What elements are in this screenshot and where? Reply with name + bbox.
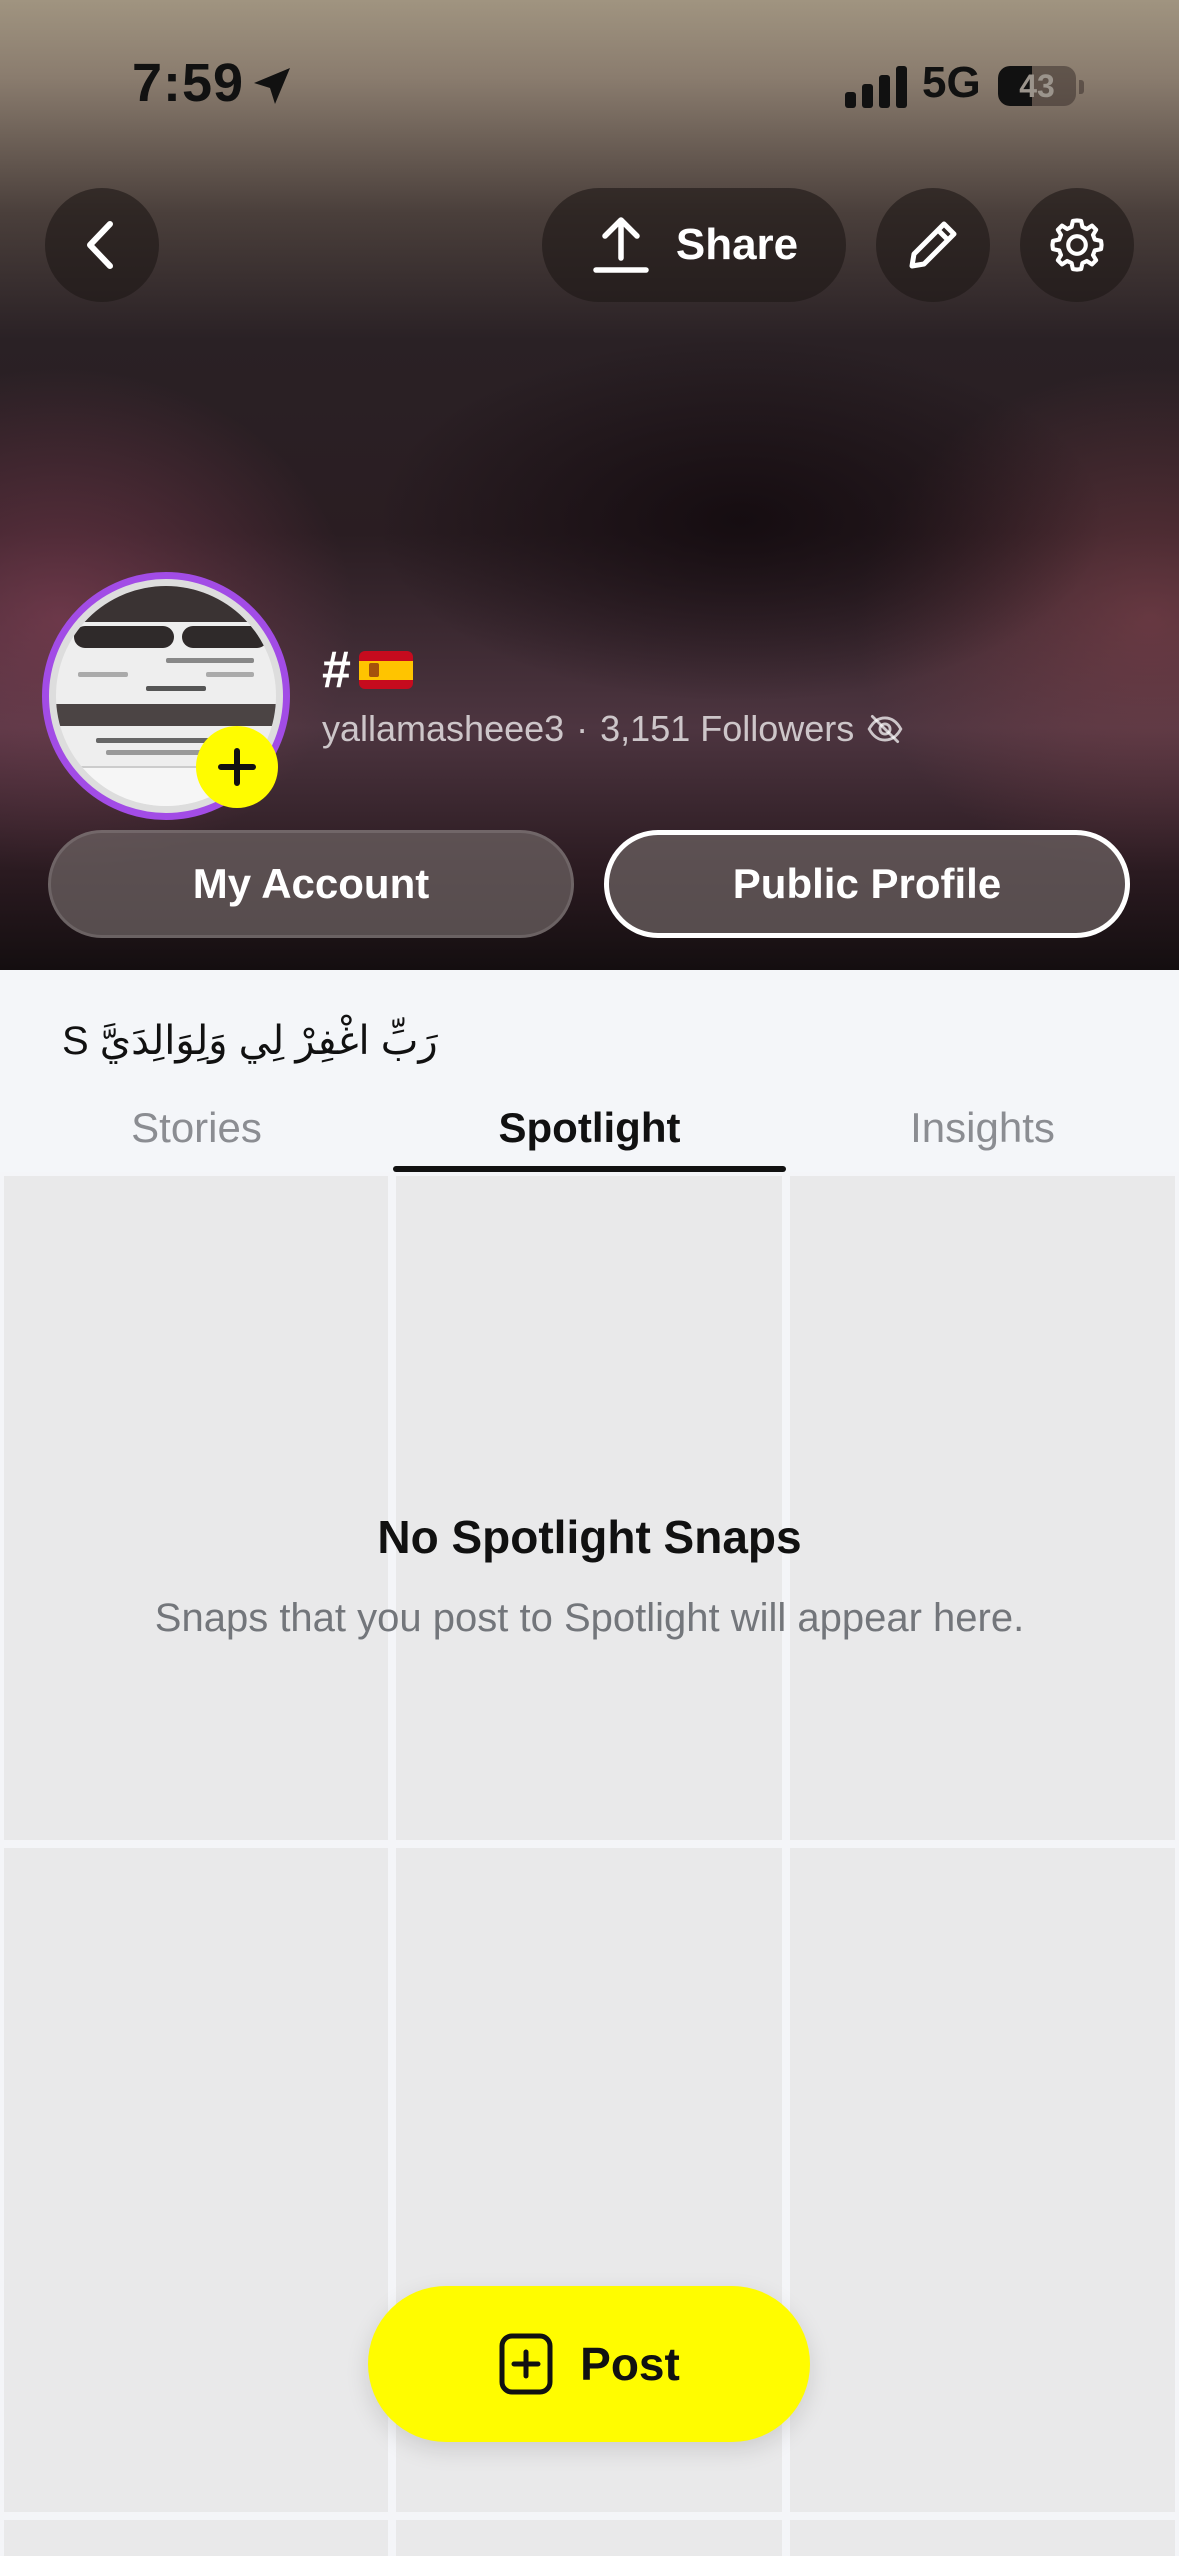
grid-cell bbox=[790, 2520, 1175, 2556]
status-time: 7:59 bbox=[132, 53, 245, 113]
post-label: Post bbox=[580, 2338, 680, 2390]
bio-text: S رَبِّ اغْفِرْ لِي وَلِوَالِدَيَّ bbox=[62, 1019, 438, 1063]
tab-spotlight[interactable]: Spotlight bbox=[393, 1104, 786, 1172]
profile-header: 7:59 5G 43 Share # yallamasheee3 · 3,151… bbox=[0, 0, 1179, 970]
display-name: # bbox=[322, 640, 413, 700]
display-name-text: # bbox=[322, 641, 351, 699]
gear-icon bbox=[1050, 218, 1104, 272]
empty-state-title: No Spotlight Snaps bbox=[377, 1511, 802, 1563]
grid-cell bbox=[396, 2520, 782, 2556]
grid-cell bbox=[4, 1848, 388, 2512]
network-type: 5G bbox=[922, 58, 981, 107]
username: yallamasheee3 bbox=[322, 708, 565, 749]
tab-insights[interactable]: Insights bbox=[786, 1104, 1179, 1172]
followers-count[interactable]: 3,151 Followers bbox=[600, 708, 854, 750]
battery-icon: 43 bbox=[998, 66, 1076, 106]
share-button[interactable]: Share bbox=[542, 188, 846, 302]
meta-separator: · bbox=[576, 708, 589, 749]
plus-icon bbox=[218, 748, 256, 786]
empty-state-description: Snaps that you post to Spotlight will ap… bbox=[154, 1596, 1025, 1640]
chevron-left-icon bbox=[87, 221, 113, 269]
public-profile-button[interactable]: Public Profile bbox=[604, 830, 1130, 938]
settings-button[interactable] bbox=[1020, 188, 1134, 302]
grid-cell bbox=[4, 1176, 388, 1840]
grid-cell bbox=[790, 1176, 1175, 1840]
grid-cell bbox=[396, 1176, 782, 1840]
spain-flag-icon bbox=[358, 651, 413, 689]
tab-stories[interactable]: Stories bbox=[0, 1104, 393, 1172]
share-label: Share bbox=[675, 220, 799, 269]
add-story-button[interactable] bbox=[196, 726, 278, 808]
battery-cap bbox=[1079, 80, 1084, 94]
edit-profile-button[interactable] bbox=[876, 188, 990, 302]
battery-percent: 43 bbox=[1019, 68, 1055, 104]
post-button[interactable]: Post bbox=[368, 2286, 810, 2442]
profile-tabs: Stories Spotlight Insights bbox=[0, 1104, 1179, 1172]
plus-square-icon bbox=[499, 2333, 553, 2395]
signal-icon bbox=[845, 64, 907, 108]
my-account-button[interactable]: My Account bbox=[48, 830, 574, 938]
eye-off-icon[interactable] bbox=[866, 710, 904, 748]
grid-cell bbox=[790, 1848, 1175, 2512]
location-arrow-icon bbox=[254, 68, 290, 104]
profile-meta: yallamasheee3 · 3,151 Followers bbox=[322, 708, 904, 750]
grid-cell bbox=[4, 2520, 388, 2556]
back-button[interactable] bbox=[45, 188, 159, 302]
pencil-icon bbox=[909, 221, 957, 269]
upload-icon bbox=[593, 217, 649, 273]
